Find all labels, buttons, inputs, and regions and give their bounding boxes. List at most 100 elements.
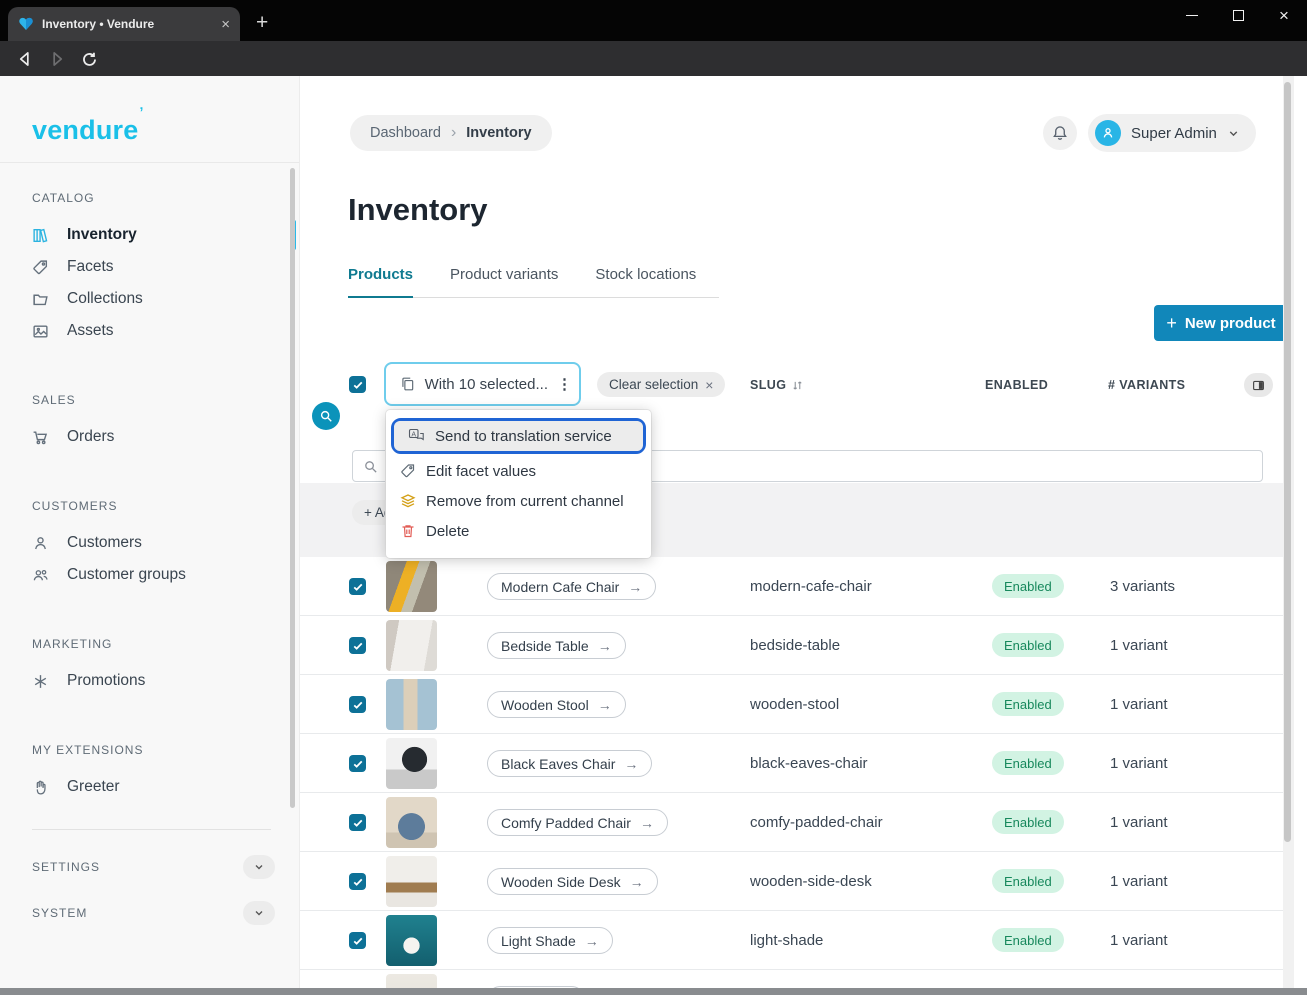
breadcrumb-inventory[interactable]: Inventory: [466, 125, 531, 141]
sidebar-section-system[interactable]: SYSTEM: [32, 890, 275, 936]
close-button[interactable]: ×: [1261, 0, 1307, 31]
menu-item-remove-from-channel[interactable]: Remove from current channel: [386, 486, 651, 516]
breadcrumb-dashboard[interactable]: Dashboard: [370, 125, 441, 141]
product-name-link[interactable]: Comfy Padded Chair →: [487, 809, 668, 836]
product-slug: comfy-padded-chair: [750, 814, 883, 831]
variant-count: 1 variant: [1110, 873, 1168, 890]
sidebar-item-orders[interactable]: Orders: [32, 421, 275, 453]
product-thumbnail[interactable]: [386, 856, 437, 907]
product-name-link[interactable]: Bedside Table →: [487, 632, 626, 659]
row-checkbox[interactable]: [349, 637, 366, 654]
browser-tab[interactable]: Inventory • Vendure ×: [8, 7, 240, 41]
clear-selection-chip[interactable]: Clear selection ×: [597, 372, 725, 397]
tab-product-variants[interactable]: Product variants: [450, 260, 558, 297]
maximize-button[interactable]: [1215, 0, 1261, 31]
reload-icon[interactable]: [77, 47, 101, 71]
asterisk-icon: [32, 673, 49, 690]
select-all-checkbox[interactable]: [349, 376, 366, 393]
tag-icon: [32, 259, 49, 276]
tab-stock-locations[interactable]: Stock locations: [595, 260, 696, 297]
user-avatar: [1095, 120, 1121, 146]
product-thumbnail[interactable]: [386, 738, 437, 789]
tab-close-icon[interactable]: ×: [221, 17, 230, 32]
sidebar-item-facets[interactable]: Facets: [32, 251, 275, 283]
new-product-button[interactable]: + New product: [1154, 305, 1288, 341]
sidebar-section-settings[interactable]: SETTINGS: [32, 844, 275, 890]
chevron-down-icon: [1227, 127, 1240, 140]
product-name-link[interactable]: Wooden Side Desk →: [487, 868, 658, 895]
forward-icon[interactable]: [45, 47, 69, 71]
product-slug: light-shade: [750, 932, 823, 949]
plus-icon: +: [1166, 313, 1177, 334]
check-icon: [352, 379, 364, 391]
row-checkbox[interactable]: [349, 873, 366, 890]
sidebar-item-collections[interactable]: Collections: [32, 283, 275, 315]
notifications-button[interactable]: [1043, 116, 1077, 150]
product-thumbnail[interactable]: [386, 620, 437, 671]
sidebar-item-inventory[interactable]: Inventory: [32, 219, 275, 251]
window-bottom-edge: [0, 988, 1307, 995]
kebab-menu-icon[interactable]: ⋮: [557, 382, 569, 387]
page-scrollbar[interactable]: [1283, 76, 1294, 988]
sidebar-item-greeter[interactable]: Greeter: [32, 771, 275, 803]
new-tab-button[interactable]: +: [256, 12, 268, 33]
tab-title: Inventory • Vendure: [42, 17, 213, 31]
menu-item-edit-facet-values[interactable]: Edit facet values: [386, 456, 651, 486]
page-tabs: Products Product variants Stock location…: [348, 260, 719, 298]
product-thumbnail[interactable]: [386, 915, 437, 966]
breadcrumb[interactable]: Dashboard › Inventory: [350, 115, 552, 151]
sidebar-item-assets[interactable]: Assets: [32, 315, 275, 347]
minimize-button[interactable]: [1169, 0, 1215, 31]
back-icon[interactable]: [13, 47, 37, 71]
scrollbar-thumb[interactable]: [1284, 82, 1291, 842]
status-badge: Enabled: [992, 869, 1064, 893]
table-row: Wooden Side Desk → wooden-side-desk Enab…: [300, 852, 1284, 911]
product-thumbnail[interactable]: [386, 974, 437, 988]
chevron-down-icon[interactable]: [243, 855, 275, 879]
window-controls: ×: [1169, 0, 1307, 31]
arrow-right-icon: →: [640, 815, 654, 831]
product-name-link[interactable]: Wooden Stool →: [487, 691, 626, 718]
column-settings-button[interactable]: [1244, 373, 1273, 397]
sidebar: vendure CATALOG Inventory Facets Col: [0, 76, 300, 988]
product-thumbnail[interactable]: [386, 679, 437, 730]
menu-item-delete[interactable]: Delete: [386, 516, 651, 546]
sidebar-scrollbar[interactable]: [290, 168, 295, 808]
row-checkbox[interactable]: [349, 696, 366, 713]
bulk-actions-menu: A Send to translation service Edit facet…: [386, 410, 651, 558]
bulk-actions-button[interactable]: With 10 selected... ⋮: [384, 362, 581, 406]
hand-wave-icon: [32, 779, 49, 796]
books-icon: [32, 227, 49, 244]
product-slug: bedside-table: [750, 637, 840, 654]
chevron-down-icon[interactable]: [243, 901, 275, 925]
product-name-link[interactable]: Black Eaves Chair →: [487, 750, 652, 777]
product-thumbnail[interactable]: [386, 561, 437, 612]
column-header-slug[interactable]: SLUG: [750, 378, 804, 392]
product-name-link[interactable]: Modern Cafe Chair →: [487, 573, 656, 600]
product-thumbnail[interactable]: [386, 797, 437, 848]
product-slug: wooden-side-desk: [750, 873, 872, 890]
breadcrumb-chevron-icon: ›: [451, 124, 456, 142]
search-toggle-button[interactable]: [312, 402, 340, 430]
product-name-link[interactable]: Light Shade →: [487, 927, 613, 954]
columns-icon: [1252, 379, 1265, 392]
arrow-right-icon: →: [598, 697, 612, 713]
table-row: Wooden Stool → wooden-stool Enabled 1 va…: [300, 675, 1284, 734]
sidebar-item-customers[interactable]: Customers: [32, 527, 275, 559]
sort-icon[interactable]: [791, 379, 804, 392]
status-badge: Enabled: [992, 633, 1064, 657]
user-menu[interactable]: Super Admin: [1088, 114, 1256, 152]
check-icon: [352, 699, 364, 711]
row-checkbox[interactable]: [349, 755, 366, 772]
sidebar-item-customer-groups[interactable]: Customer groups: [32, 559, 275, 591]
nav-section-customers: CUSTOMERS: [32, 499, 275, 513]
table-row: Bedside Table → bedside-table Enabled 1 …: [300, 616, 1284, 675]
row-checkbox[interactable]: [349, 932, 366, 949]
favicon-vendure-heart-icon: [18, 16, 34, 32]
variant-count: 1 variant: [1110, 696, 1168, 713]
row-checkbox[interactable]: [349, 578, 366, 595]
sidebar-item-promotions[interactable]: Promotions: [32, 665, 275, 697]
row-checkbox[interactable]: [349, 814, 366, 831]
tab-products[interactable]: Products: [348, 260, 413, 298]
menu-item-send-to-translation[interactable]: A Send to translation service: [394, 421, 643, 451]
